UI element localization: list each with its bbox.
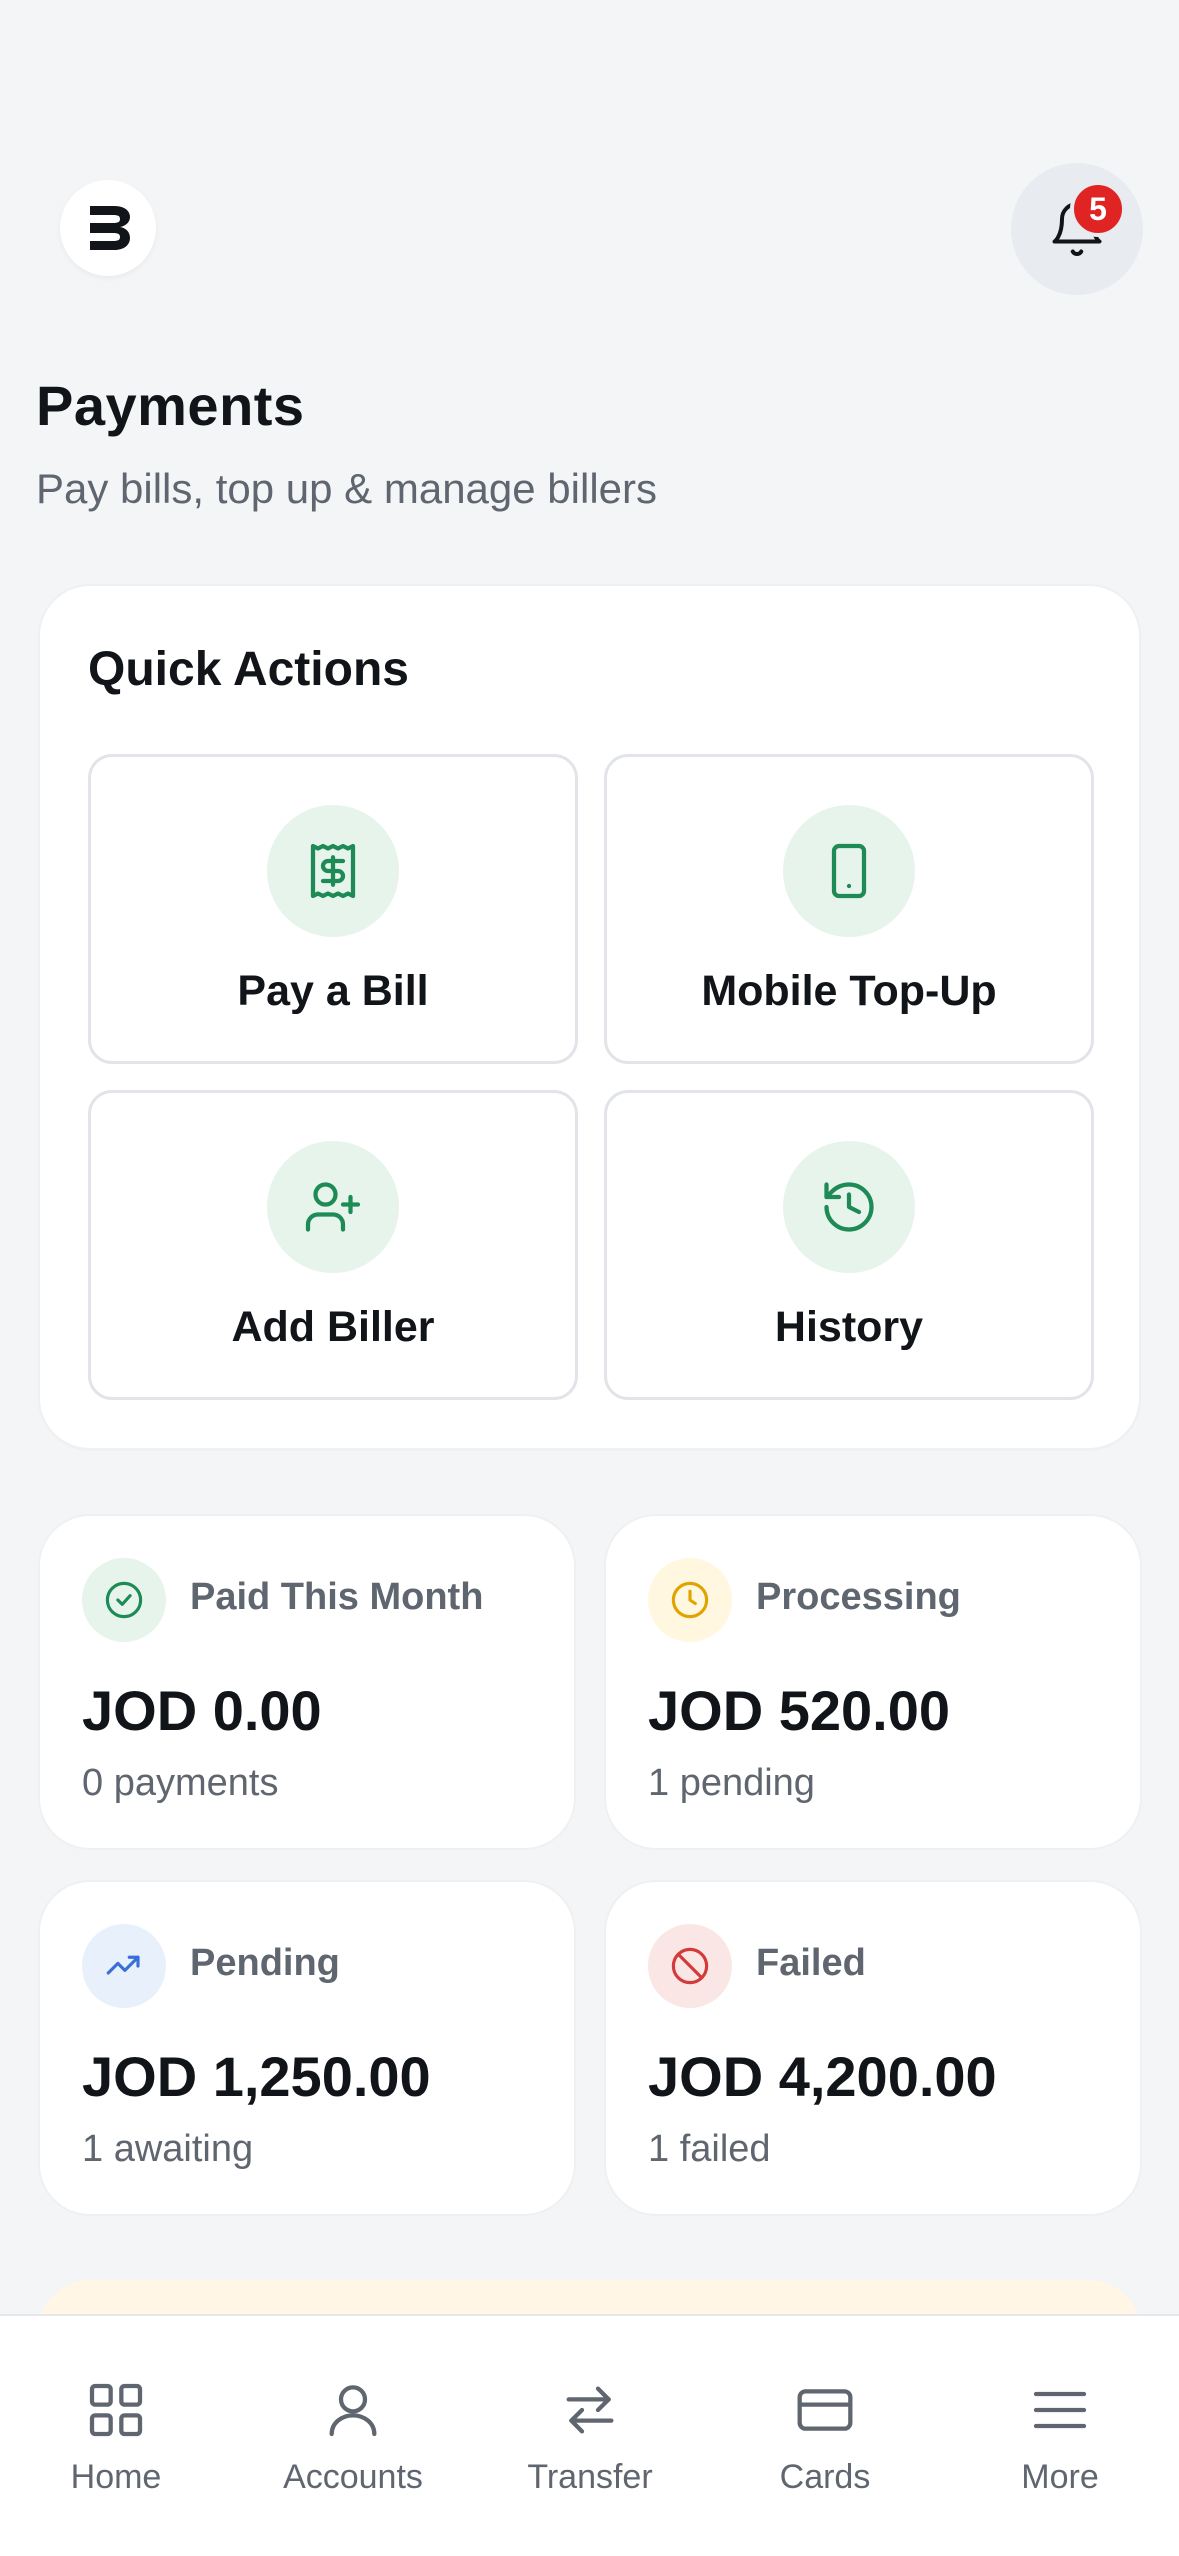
brand-logo-icon	[90, 206, 130, 250]
nav-label-transfer: Transfer	[527, 2458, 653, 2496]
stat-label: Processing	[756, 1576, 961, 1618]
card-icon	[797, 2389, 853, 2431]
page-title: Payments	[36, 374, 305, 437]
notification-count-badge: 5	[1070, 181, 1126, 237]
transfer-arrows-icon	[566, 2386, 614, 2434]
mobile-topup-icon-circle	[783, 805, 915, 937]
trending-up-icon	[106, 1955, 140, 1975]
add-biller-tile[interactable]: Add Biller	[88, 1090, 578, 1400]
stat-label: Failed	[756, 1942, 866, 1984]
add-biller-label: Add Biller	[231, 1303, 435, 1351]
pay-bill-tile[interactable]: Pay a Bill	[88, 754, 578, 1064]
history-icon-circle	[783, 1141, 915, 1273]
stat-amount: JOD 0.00	[82, 1679, 322, 1742]
history-icon	[824, 1182, 874, 1232]
stat-amount: JOD 520.00	[648, 1679, 950, 1742]
mobile-topup-label: Mobile Top-Up	[701, 967, 997, 1015]
payments-screen: 5 Payments Pay bills, top up & manage bi…	[0, 0, 1179, 2556]
clock-icon	[671, 1581, 709, 1619]
nav-label-home: Home	[70, 2458, 162, 2496]
stat-sub: 1 failed	[648, 2128, 771, 2170]
stat-card-failed[interactable]: Failed JOD 4,200.00 1 failed	[604, 1880, 1142, 2216]
notifications-button[interactable]	[1011, 163, 1143, 295]
mobile-topup-tile[interactable]: Mobile Top-Up	[604, 754, 1094, 1064]
nav-item-transfer[interactable]: Transfer	[490, 2378, 690, 2508]
stat-sub: 1 pending	[648, 1762, 815, 1804]
check-circle-icon	[105, 1581, 143, 1619]
grid-icon	[89, 2383, 143, 2437]
nav-label-cards: Cards	[779, 2458, 871, 2496]
user-icon	[329, 2385, 377, 2437]
nav-label-accounts: Accounts	[283, 2458, 423, 2496]
history-tile[interactable]: History	[604, 1090, 1094, 1400]
menu-icon	[1033, 2391, 1087, 2429]
brand-logo[interactable]	[60, 180, 156, 276]
processing-icon-circle	[648, 1558, 732, 1642]
pay-bill-icon-circle	[267, 805, 399, 937]
stat-card-pending[interactable]: Pending JOD 1,250.00 1 awaiting	[38, 1880, 576, 2216]
quick-actions-title: Quick Actions	[88, 643, 409, 696]
paid-icon-circle	[82, 1558, 166, 1642]
pending-icon-circle	[82, 1924, 166, 2008]
nav-label-more: More	[1021, 2458, 1099, 2496]
page-subtitle: Pay bills, top up & manage billers	[36, 465, 657, 512]
stat-amount: JOD 4,200.00	[648, 2045, 997, 2108]
nav-item-home[interactable]: Home	[16, 2378, 216, 2508]
stat-label: Paid This Month	[190, 1576, 484, 1618]
stat-sub: 0 payments	[82, 1762, 279, 1804]
quick-actions-card: Quick Actions Pay a Bill Mobile Top-Up A…	[38, 584, 1141, 1450]
stat-sub: 1 awaiting	[82, 2128, 254, 2170]
add-biller-icon-circle	[267, 1141, 399, 1273]
stat-amount: JOD 1,250.00	[82, 2045, 431, 2108]
bottom-navigation: Home Accounts Transfer Cards More	[0, 2314, 1179, 2556]
receipt-dollar-icon	[310, 843, 356, 899]
ban-icon	[671, 1947, 709, 1985]
user-plus-icon	[305, 1182, 361, 1232]
failed-icon-circle	[648, 1924, 732, 2008]
pay-bill-label: Pay a Bill	[237, 967, 429, 1015]
nav-item-cards[interactable]: Cards	[725, 2378, 925, 2508]
stat-card-processing[interactable]: Processing JOD 520.00 1 pending	[604, 1514, 1142, 1850]
stat-label: Pending	[190, 1942, 340, 1984]
smartphone-icon	[831, 843, 867, 899]
nav-item-accounts[interactable]: Accounts	[253, 2378, 453, 2508]
stat-card-paid-this-month[interactable]: Paid This Month JOD 0.00 0 payments	[38, 1514, 576, 1850]
nav-item-more[interactable]: More	[960, 2378, 1160, 2508]
history-label: History	[774, 1303, 924, 1351]
